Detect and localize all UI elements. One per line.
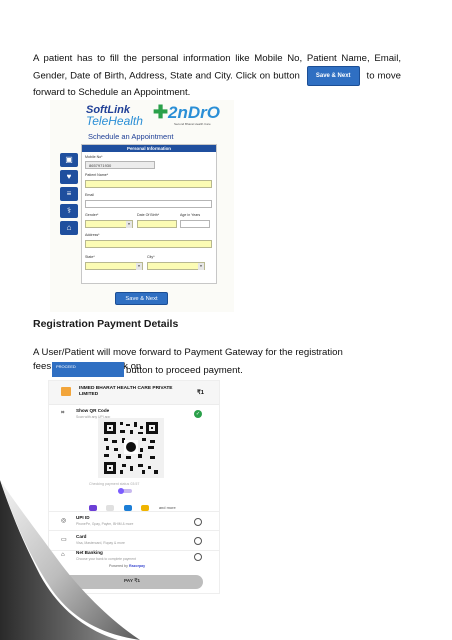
state-label: State* [85, 255, 95, 259]
city-label: City* [147, 255, 155, 259]
upi-id-radio[interactable] [194, 518, 202, 526]
side-nav: ▣ ♥ ≡ ⚕ ⌂ [60, 153, 78, 238]
inline-save-next-button: Save & Next [306, 66, 360, 86]
appointment-form-screenshot: SoftLink TeleHealth ✚ 2nDrO Second Bhara… [50, 100, 234, 312]
personal-info-panel: Personal Information Mobile No* 86579719… [81, 144, 217, 284]
proceed-line: PROCEED button to proceed payment. [52, 362, 352, 378]
email-field[interactable] [85, 200, 212, 208]
gender-select[interactable]: ▼ [85, 220, 133, 228]
payment-amount: ₹1 [197, 390, 204, 396]
chevron-down-icon: ▼ [126, 221, 132, 228]
address-field[interactable] [85, 240, 212, 248]
brand-logo: SoftLink TeleHealth ✚ 2nDrO Second Bhara… [50, 100, 234, 130]
patient-name-field[interactable] [85, 180, 212, 188]
document-icon[interactable]: ≡ [60, 187, 78, 201]
mobile-value: 8657971930 [89, 163, 112, 168]
city-select[interactable]: ▼ [147, 262, 205, 270]
age-label: Age in Years [180, 213, 201, 217]
dob-label: Date Of Birth* [137, 213, 160, 217]
merchant-logo [61, 387, 71, 396]
mobile-label: Mobile No* [85, 155, 103, 159]
patient-name-label: Patient Name* [85, 173, 109, 177]
brand-telehealth: TeleHealth [86, 114, 143, 128]
qr-scan-icon: ⌗ [61, 410, 65, 416]
injection-icon[interactable]: ⚕ [60, 204, 78, 218]
heartbeat-icon[interactable]: ♥ [60, 170, 78, 184]
merchant-name: INMED BHARAT HEALTH CARE PRIVATE LIMITED [79, 386, 173, 397]
gender-label: Gender* [85, 213, 99, 217]
and-more-text: and more [158, 505, 176, 511]
dob-field[interactable] [137, 220, 177, 228]
brand-tagline: Second Bharat Health Care [174, 122, 211, 126]
address-label: Address* [85, 233, 100, 237]
chevron-down-icon: ▼ [198, 263, 204, 270]
panel-header: Personal Information [82, 145, 216, 152]
section-heading: Registration Payment Details [33, 318, 179, 330]
plus-icon: ✚ [153, 102, 169, 122]
intro-paragraph: A patient has to fill the personal infor… [33, 52, 401, 100]
age-field[interactable] [180, 220, 210, 228]
chevron-down-icon: ▼ [136, 263, 142, 270]
proceed-text: button to proceed payment. [126, 365, 243, 376]
card-radio[interactable] [194, 537, 202, 545]
profile-icon[interactable]: ▣ [60, 153, 78, 167]
state-select[interactable]: ▼ [85, 262, 143, 270]
payment-header: INMED BHARAT HEALTH CARE PRIVATE LIMITED… [49, 381, 219, 405]
qr-code-icon [98, 418, 164, 478]
home-icon[interactable]: ⌂ [60, 221, 78, 235]
email-label: Email [85, 193, 94, 197]
save-next-button[interactable]: Save & Next [115, 292, 168, 305]
brand-2ndro: 2nDrO [168, 103, 220, 122]
mobile-field[interactable]: 8657971930 [85, 161, 155, 169]
proceed-button: PROCEED [52, 362, 124, 377]
qr-title: Show QR Code [76, 408, 110, 413]
page-curl-decoration [0, 480, 150, 640]
netbanking-radio[interactable] [194, 553, 202, 561]
appointment-title: Schedule an Appointment [88, 132, 174, 141]
qr-code [98, 418, 164, 478]
check-icon: ✓ [194, 410, 202, 418]
